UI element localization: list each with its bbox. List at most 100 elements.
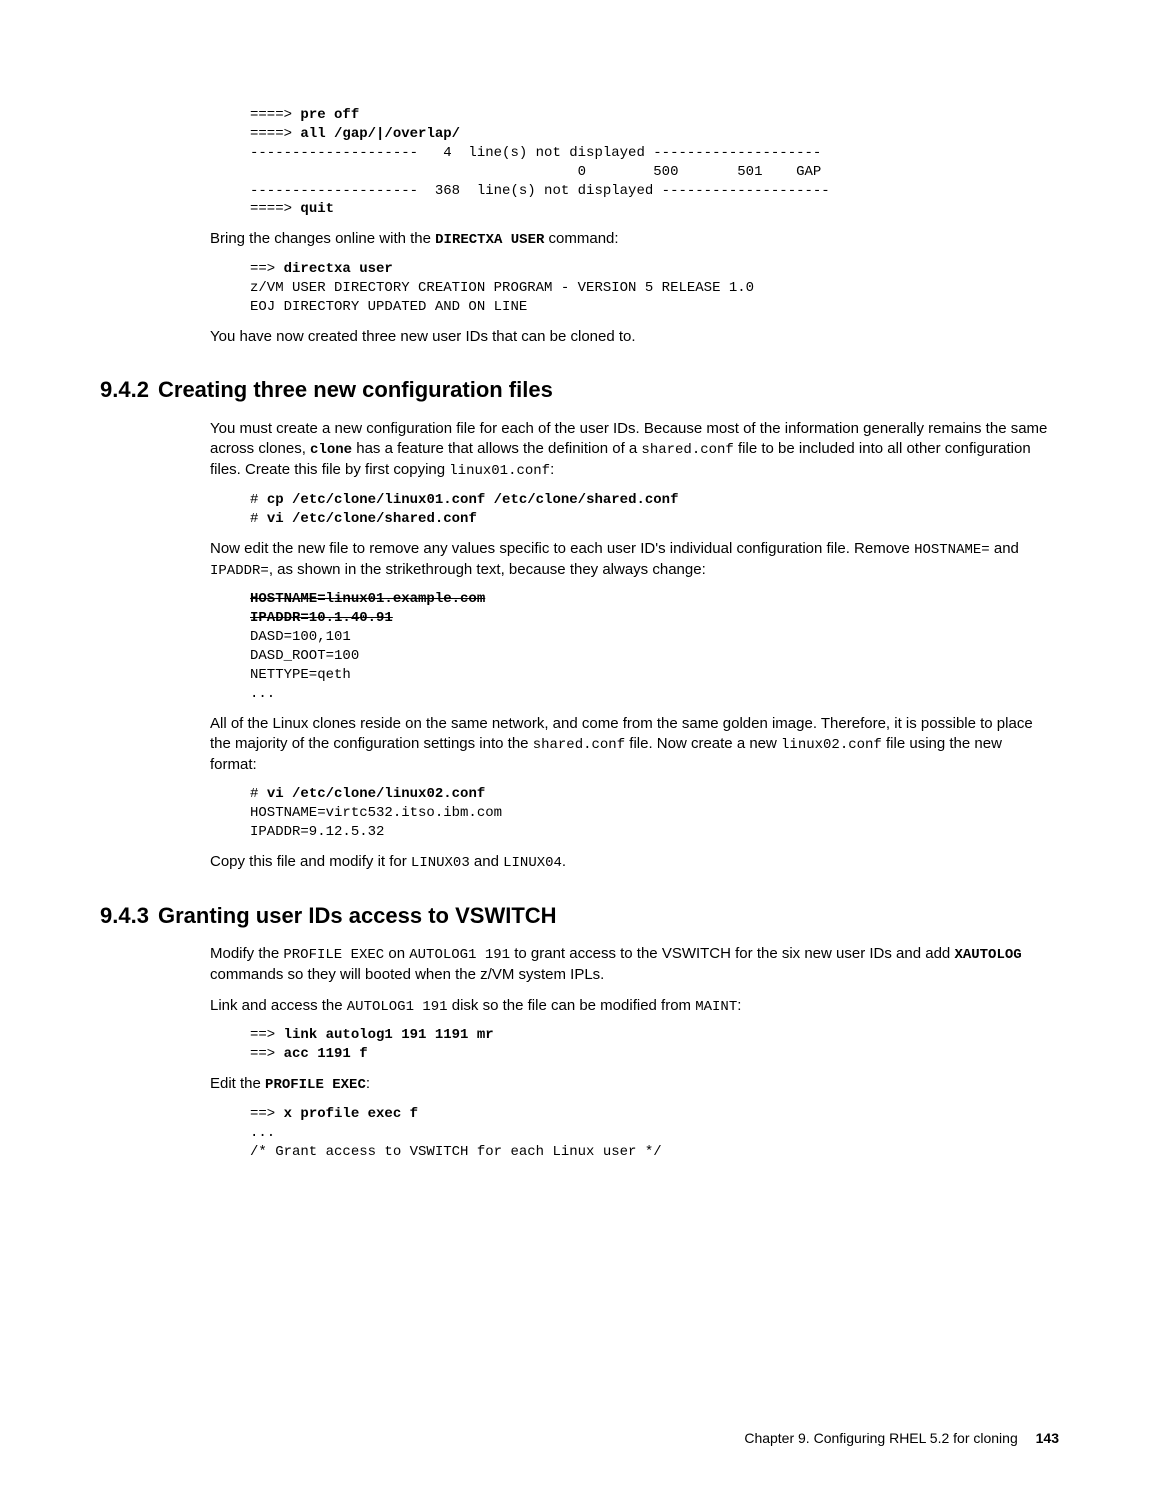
code-block-profile: ==> x profile exec f ... /* Grant access…: [250, 1105, 1049, 1162]
inline-code: AUTOLOG1 191: [347, 999, 448, 1015]
code-line: #: [250, 492, 267, 508]
section-number: 9.4.3: [100, 901, 158, 931]
page-footer: Chapter 9. Configuring RHEL 5.2 for clon…: [744, 1429, 1059, 1448]
section-title: Creating three new configuration files: [158, 377, 553, 402]
code-line: 0 500 501 GAP: [250, 164, 821, 180]
text: Link and access the: [210, 997, 347, 1014]
text: Now edit the new file to remove any valu…: [210, 540, 914, 557]
text: , as shown in the strikethrough text, be…: [269, 561, 706, 578]
code-line: -------------------- 368 line(s) not dis…: [250, 183, 830, 199]
text: Edit the: [210, 1075, 265, 1092]
code-bold: acc 1191 f: [284, 1046, 368, 1062]
inline-code: IPADDR=: [210, 563, 269, 579]
code-line: ==>: [250, 1027, 284, 1043]
code-line: DASD_ROOT=100: [250, 648, 359, 664]
text: has a feature that allows the definition…: [352, 440, 641, 457]
code-block-top: ====> pre off ====> all /gap/|/overlap/ …: [250, 106, 1049, 219]
paragraph: You must create a new configuration file…: [210, 419, 1049, 481]
inline-code: PROFILE EXEC: [283, 947, 384, 963]
code-line: -------------------- 4 line(s) not displ…: [250, 145, 821, 161]
code-strike: HOSTNAME=linux01.example.com: [250, 591, 485, 607]
text: disk so the file can be modified from: [448, 997, 696, 1014]
inline-code: LINUX04: [503, 855, 562, 871]
code-line: HOSTNAME=virtc532.itso.ibm.com: [250, 805, 502, 821]
inline-command: clone: [310, 442, 352, 458]
paragraph: Copy this file and modify it for LINUX03…: [210, 852, 1049, 873]
inline-filename: shared.conf: [641, 442, 733, 458]
code-bold: pre off: [300, 107, 359, 123]
code-block-shared: HOSTNAME=linux01.example.com IPADDR=10.1…: [250, 590, 1049, 703]
code-bold: cp /etc/clone/linux01.conf /etc/clone/sh…: [267, 492, 679, 508]
footer-chapter: Chapter 9. Configuring RHEL 5.2 for clon…: [744, 1430, 1017, 1446]
code-bold: link autolog1 191 1191 mr: [284, 1027, 494, 1043]
inline-command: XAUTOLOG: [954, 947, 1021, 963]
code-line: ====>: [250, 201, 300, 217]
inline-filename: shared.conf: [533, 737, 625, 753]
text: and: [990, 540, 1019, 557]
body-block: ====> pre off ====> all /gap/|/overlap/ …: [210, 106, 1049, 347]
code-line: #: [250, 511, 267, 527]
text: :: [737, 997, 741, 1014]
inline-code: MAINT: [695, 999, 737, 1015]
text: Copy this file and modify it for: [210, 853, 411, 870]
text: and: [470, 853, 503, 870]
content-area: ====> pre off ====> all /gap/|/overlap/ …: [100, 106, 1059, 1162]
paragraph: Now edit the new file to remove any valu…: [210, 539, 1049, 581]
code-line: /* Grant access to VSWITCH for each Linu…: [250, 1144, 662, 1160]
code-block-link: ==> link autolog1 191 1191 mr ==> acc 11…: [250, 1026, 1049, 1064]
code-block-directxa: ==> directxa user z/VM USER DIRECTORY CR…: [250, 260, 1049, 317]
section-title: Granting user IDs access to VSWITCH: [158, 903, 557, 928]
code-line: ...: [250, 686, 275, 702]
text: Bring the changes online with the: [210, 230, 435, 247]
inline-code: LINUX03: [411, 855, 470, 871]
paragraph: You have now created three new user IDs …: [210, 327, 1049, 347]
section-heading-942: 9.4.2Creating three new configuration fi…: [100, 375, 1059, 405]
text: on: [384, 945, 409, 962]
code-bold: quit: [300, 201, 334, 217]
text: to grant access to the VSWITCH for the s…: [510, 945, 954, 962]
paragraph: Modify the PROFILE EXEC on AUTOLOG1 191 …: [210, 944, 1049, 985]
code-line: EOJ DIRECTORY UPDATED AND ON LINE: [250, 299, 527, 315]
code-bold: vi /etc/clone/linux02.conf: [267, 786, 485, 802]
paragraph: Bring the changes online with the DIRECT…: [210, 229, 1049, 250]
section-number: 9.4.2: [100, 375, 158, 405]
code-bold: directxa user: [284, 261, 393, 277]
text: :: [366, 1075, 370, 1092]
section-heading-943: 9.4.3Granting user IDs access to VSWITCH: [100, 901, 1059, 931]
paragraph: All of the Linux clones reside on the sa…: [210, 714, 1049, 775]
text: commands so they will booted when the z/…: [210, 966, 604, 983]
code-line: ====>: [250, 126, 300, 142]
text: :: [550, 461, 554, 478]
code-line: ==>: [250, 1046, 284, 1062]
code-line: ==>: [250, 261, 284, 277]
code-line: ==>: [250, 1106, 284, 1122]
code-line: IPADDR=9.12.5.32: [250, 824, 384, 840]
inline-command: DIRECTXA USER: [435, 232, 544, 248]
code-bold: vi /etc/clone/shared.conf: [267, 511, 477, 527]
code-line: DASD=100,101: [250, 629, 351, 645]
code-line: ====>: [250, 107, 300, 123]
inline-command: PROFILE EXEC: [265, 1077, 366, 1093]
code-line: ...: [250, 1125, 275, 1141]
code-bold: all /gap/|/overlap/: [300, 126, 460, 142]
code-line: #: [250, 786, 267, 802]
text: .: [562, 853, 566, 870]
inline-filename: linux01.conf: [449, 463, 550, 479]
text: file. Now create a new: [625, 735, 781, 752]
text: Modify the: [210, 945, 283, 962]
code-bold: x profile exec f: [284, 1106, 418, 1122]
code-line: NETTYPE=qeth: [250, 667, 351, 683]
code-block-cp: # cp /etc/clone/linux01.conf /etc/clone/…: [250, 491, 1049, 529]
body-block: Modify the PROFILE EXEC on AUTOLOG1 191 …: [210, 944, 1049, 1161]
inline-filename: linux02.conf: [781, 737, 882, 753]
paragraph: Edit the PROFILE EXEC:: [210, 1074, 1049, 1095]
document-page: ====> pre off ====> all /gap/|/overlap/ …: [0, 0, 1159, 1500]
text: command:: [544, 230, 618, 247]
code-line: z/VM USER DIRECTORY CREATION PROGRAM - V…: [250, 280, 754, 296]
code-block-linux02: # vi /etc/clone/linux02.conf HOSTNAME=vi…: [250, 785, 1049, 842]
inline-code: AUTOLOG1 191: [409, 947, 510, 963]
code-strike: IPADDR=10.1.40.91: [250, 610, 393, 626]
text: You have now created three new user IDs …: [210, 328, 636, 345]
footer-page-number: 143: [1036, 1430, 1059, 1446]
body-block: You must create a new configuration file…: [210, 419, 1049, 873]
